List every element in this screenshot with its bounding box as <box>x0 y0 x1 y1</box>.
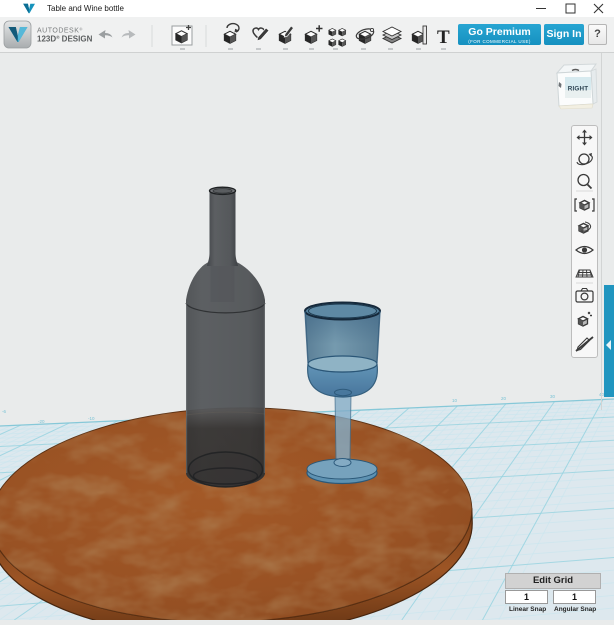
svg-text:-10: -10 <box>88 416 95 421</box>
svg-text:AUTODESK®: AUTODESK® <box>37 27 83 35</box>
svg-text:-6: -6 <box>2 409 6 414</box>
svg-text:20: 20 <box>501 396 507 401</box>
svg-text:RIGHT: RIGHT <box>568 86 589 93</box>
svg-text:30: 30 <box>550 394 556 399</box>
svg-text:123D® DESIGN: 123D® DESIGN <box>37 34 93 44</box>
svg-text:T: T <box>437 27 450 48</box>
svg-text:-20: -20 <box>38 419 45 424</box>
svg-text:10: 10 <box>452 398 458 403</box>
